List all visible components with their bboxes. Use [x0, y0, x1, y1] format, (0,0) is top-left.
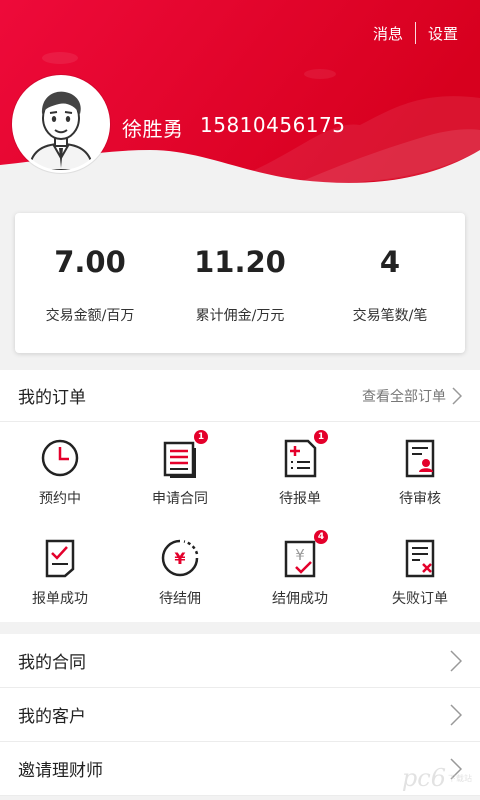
chevron-right-icon — [450, 649, 462, 672]
order-status-label: 结佣成功 — [272, 591, 328, 607]
order-status-label: 待结佣 — [159, 591, 201, 607]
checked-doc-icon — [45, 539, 75, 578]
stat-transaction-amount: 7.00 交易金额/百万 — [15, 213, 165, 353]
view-all-orders-link[interactable]: 查看全部订单 — [362, 386, 462, 406]
svg-text:¥: ¥ — [295, 546, 305, 564]
stat-label: 交易笔数/笔 — [352, 308, 428, 324]
notification-badge: 1 — [314, 430, 328, 444]
stat-label: 交易金额/百万 — [45, 308, 135, 324]
top-actions: 消息 设置 — [361, 22, 470, 44]
notification-badge: 1 — [194, 430, 208, 444]
order-status-commission-success[interactable]: ¥ 4 结佣成功 — [240, 522, 360, 622]
order-status-booking[interactable]: 预约中 — [0, 422, 120, 522]
profile-header: 消息 设置 徐胜勇 15810456175 — [0, 0, 480, 200]
order-status-label: 待审核 — [399, 491, 441, 507]
stat-label: 累计佣金/万元 — [195, 308, 285, 324]
my-orders-section: 我的订单 查看全部订单 预约中 1 申请合同 1 待报单 待审核 报单成功 ¥ … — [0, 370, 480, 622]
review-icon — [405, 439, 435, 478]
report-form-icon — [284, 439, 317, 478]
chevron-right-icon — [450, 703, 462, 726]
svg-text:¥: ¥ — [174, 549, 185, 568]
notification-badge: 4 — [314, 530, 328, 544]
order-status-grid: 预约中 1 申请合同 1 待报单 待审核 报单成功 ¥ 待结佣 ¥ 4 结佣成功… — [0, 422, 480, 622]
yuan-check-icon: ¥ — [284, 540, 316, 578]
stat-transaction-count: 4 交易笔数/笔 — [315, 213, 465, 353]
order-status-pending-review[interactable]: 待审核 — [360, 422, 480, 522]
failed-doc-icon — [405, 539, 435, 578]
stat-value: 7.00 — [54, 245, 126, 279]
menu-item-my-contracts[interactable]: 我的合同 — [0, 634, 480, 688]
order-status-label: 预约中 — [39, 491, 81, 507]
avatar[interactable] — [12, 75, 110, 173]
watermark-subtext: 下载站 — [448, 773, 472, 783]
order-status-label: 报单成功 — [32, 591, 88, 607]
order-status-label: 待报单 — [279, 491, 321, 507]
order-status-apply-contract[interactable]: 1 申请合同 — [120, 422, 240, 522]
menu-item-my-clients[interactable]: 我的客户 — [0, 688, 480, 742]
user-avatar-icon — [15, 78, 107, 170]
order-status-pending-report[interactable]: 1 待报单 — [240, 422, 360, 522]
view-all-label: 查看全部订单 — [362, 388, 446, 405]
order-status-label: 申请合同 — [152, 491, 208, 507]
user-name: 徐胜勇 — [122, 117, 184, 141]
orders-header: 我的订单 查看全部订单 — [0, 370, 480, 422]
stats-card: 7.00 交易金额/百万 11.20 累计佣金/万元 4 交易笔数/笔 — [15, 213, 465, 353]
messages-button[interactable]: 消息 — [361, 23, 415, 44]
settings-button[interactable]: 设置 — [416, 23, 470, 44]
watermark-text: pc6 — [401, 764, 446, 792]
stat-value: 11.20 — [194, 245, 286, 279]
watermark: pc6 下载站 — [402, 764, 472, 792]
menu-item-label: 邀请理财师 — [18, 761, 103, 781]
yuan-icon: ¥ — [161, 539, 199, 577]
section-title: 我的订单 — [18, 388, 86, 408]
user-phone: 15810456175 — [200, 113, 346, 137]
stat-commission: 11.20 累计佣金/万元 — [165, 213, 315, 353]
order-status-pending-commission[interactable]: ¥ 待结佣 — [120, 522, 240, 622]
order-status-label: 失败订单 — [392, 591, 448, 607]
menu-item-label: 我的客户 — [18, 707, 86, 727]
document-icon — [163, 441, 196, 478]
menu-item-label: 我的合同 — [18, 653, 86, 673]
order-status-report-success[interactable]: 报单成功 — [0, 522, 120, 622]
clock-icon — [41, 439, 79, 477]
order-status-failed[interactable]: 失败订单 — [360, 522, 480, 622]
stat-value: 4 — [379, 245, 401, 279]
chevron-right-icon — [452, 386, 462, 405]
